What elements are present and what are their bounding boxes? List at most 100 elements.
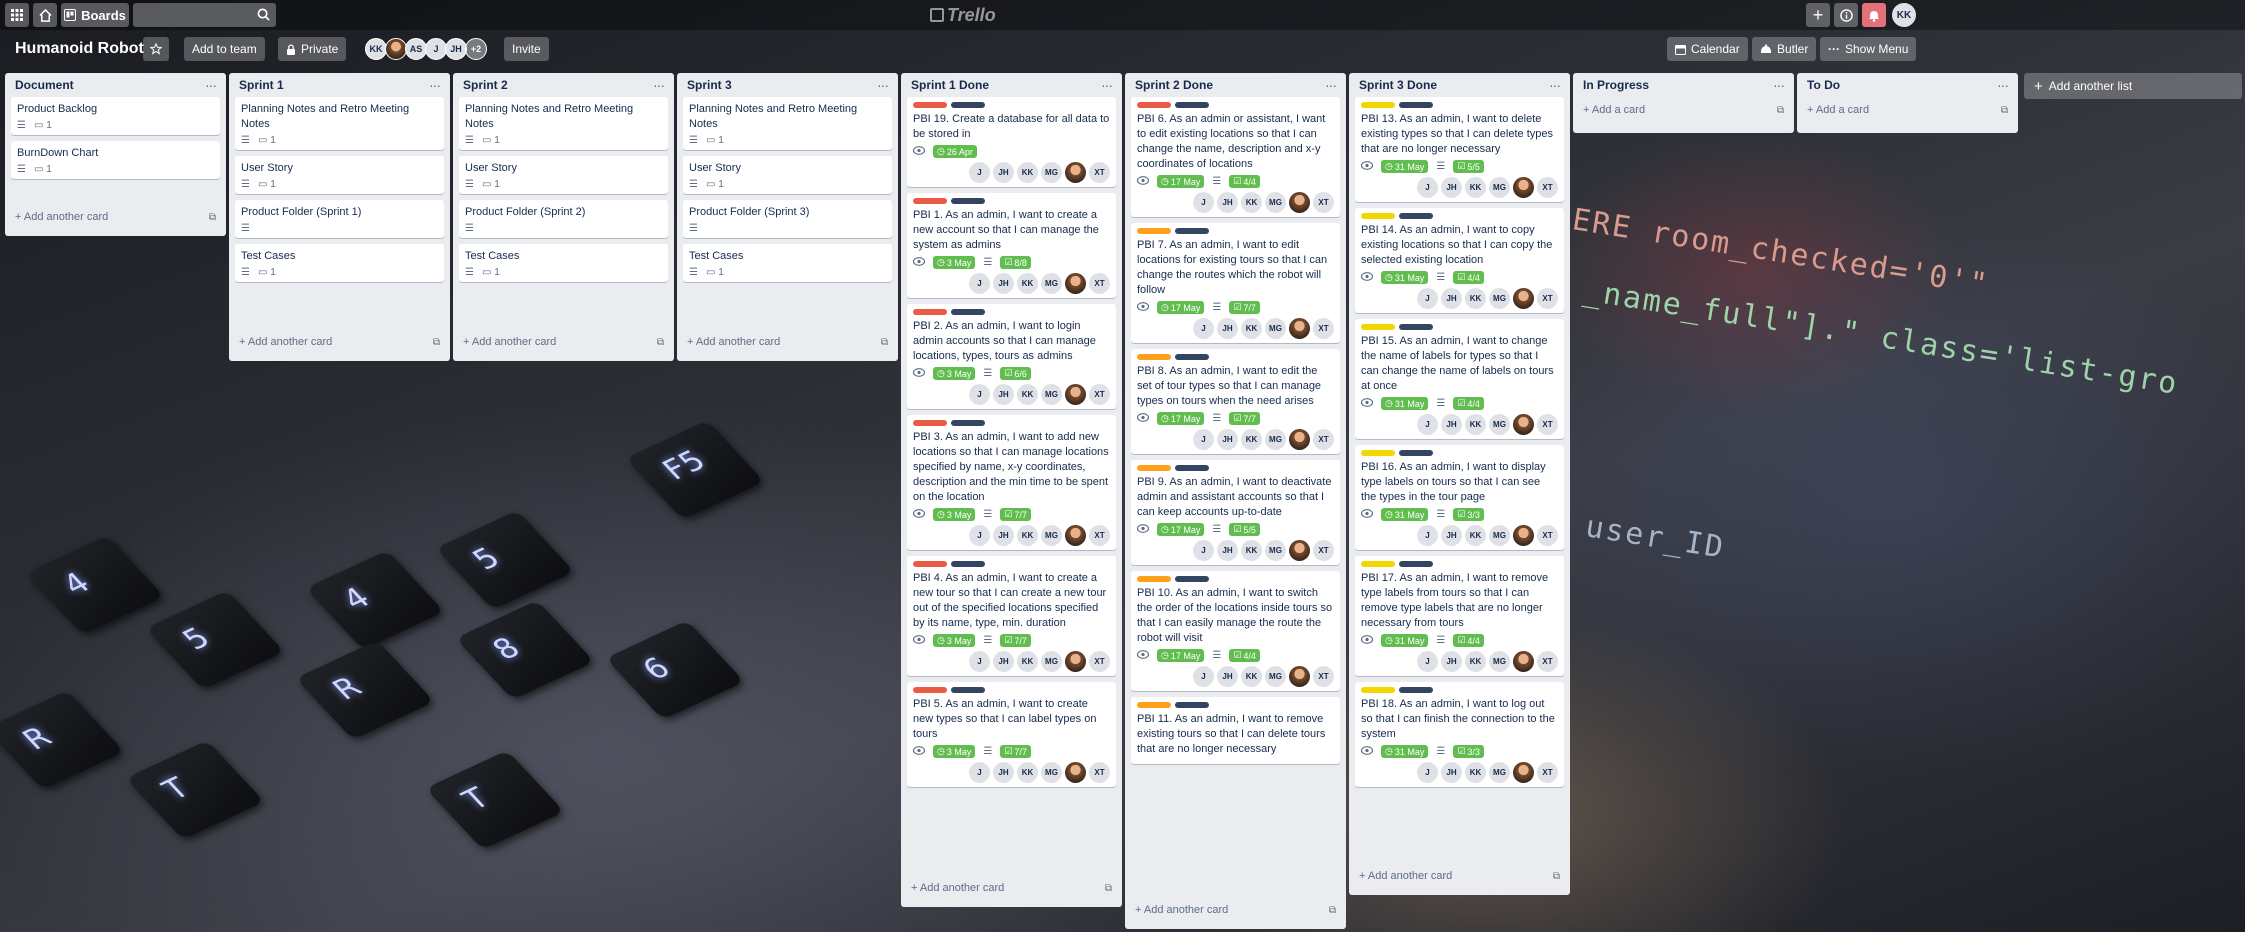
member-avatar[interactable]: JH — [1441, 288, 1462, 309]
due-date-badge[interactable]: ◷ 31 May — [1381, 397, 1429, 410]
list-header[interactable]: Sprint 2 Done ··· — [1131, 73, 1340, 97]
member-avatar[interactable]: MG — [1041, 384, 1062, 405]
card-label[interactable] — [1137, 576, 1171, 582]
member-avatar[interactable] — [1289, 192, 1310, 213]
member-avatar[interactable]: KK — [1017, 651, 1038, 672]
card[interactable]: PBI 1. As an admin, I want to create a n… — [907, 193, 1116, 298]
member-avatar[interactable]: JH — [993, 525, 1014, 546]
card[interactable]: Product Backlog ☰ ▭ 1 — [11, 97, 220, 135]
list-title[interactable]: Document — [15, 78, 74, 92]
card-label[interactable] — [1361, 687, 1395, 693]
member-avatar[interactable] — [1513, 177, 1534, 198]
card-label[interactable] — [1137, 102, 1171, 108]
member-avatar[interactable]: J — [969, 384, 990, 405]
add-card-button[interactable]: + Add another card ⧉ — [459, 329, 668, 355]
list-menu-icon[interactable]: ··· — [1773, 77, 1785, 93]
list-header[interactable]: Document ··· — [11, 73, 220, 97]
member-avatar[interactable]: KK — [1017, 162, 1038, 183]
member-avatar[interactable]: MG — [1265, 429, 1286, 450]
due-date-badge[interactable]: ◷ 3 May — [933, 745, 976, 758]
member-avatar[interactable]: MG — [1265, 318, 1286, 339]
member-avatar[interactable]: J — [969, 651, 990, 672]
due-date-badge[interactable]: ◷ 31 May — [1381, 160, 1429, 173]
member-avatar[interactable]: KK — [1465, 762, 1486, 783]
add-list-button[interactable]: + Add another list — [2024, 73, 2242, 99]
card-template-icon[interactable]: ⧉ — [881, 337, 888, 348]
card-template-icon[interactable]: ⧉ — [433, 337, 440, 348]
member-avatar[interactable]: JH — [993, 273, 1014, 294]
due-date-badge[interactable]: ◷ 17 May — [1157, 175, 1205, 188]
add-card-button[interactable]: + Add a card ⧉ — [1803, 97, 2012, 123]
card[interactable]: PBI 8. As an admin, I want to edit the s… — [1131, 349, 1340, 454]
card-label[interactable] — [1361, 324, 1395, 330]
member-avatar[interactable]: J — [969, 525, 990, 546]
card-label[interactable] — [1361, 450, 1395, 456]
card-template-icon[interactable]: ⧉ — [1105, 883, 1112, 894]
card[interactable]: BurnDown Chart ☰ ▭ 1 — [11, 141, 220, 179]
list-title[interactable]: Sprint 1 Done — [911, 78, 989, 92]
card[interactable]: Planning Notes and Retro Meeting Notes ☰ ▭… — [459, 97, 668, 150]
list-header[interactable]: In Progress ··· — [1579, 73, 1788, 97]
list-menu-icon[interactable]: ··· — [1549, 77, 1561, 93]
due-date-badge[interactable]: ◷ 3 May — [933, 634, 976, 647]
member-avatar[interactable]: XT — [1089, 273, 1110, 294]
card-label[interactable] — [951, 687, 985, 693]
due-date-badge[interactable]: ◷ 17 May — [1157, 412, 1205, 425]
card-label[interactable] — [951, 102, 985, 108]
member-avatar[interactable] — [1513, 525, 1534, 546]
home-icon[interactable] — [33, 3, 57, 27]
info-icon[interactable] — [1834, 3, 1858, 27]
card-label[interactable] — [913, 198, 947, 204]
add-card-button[interactable]: + Add another card ⧉ — [907, 875, 1116, 901]
card-template-icon[interactable]: ⧉ — [1553, 871, 1560, 882]
card-label[interactable] — [1361, 213, 1395, 219]
card[interactable]: PBI 2. As an admin, I want to login admi… — [907, 304, 1116, 409]
member-avatar[interactable]: JH — [1441, 762, 1462, 783]
member-avatar[interactable]: J — [1417, 762, 1438, 783]
due-date-badge[interactable]: ◷ 31 May — [1381, 508, 1429, 521]
card[interactable]: PBI 10. As an admin, I want to switch th… — [1131, 571, 1340, 691]
member-avatar[interactable] — [1513, 762, 1534, 783]
member-avatar[interactable] — [1065, 273, 1086, 294]
user-avatar[interactable]: KK — [1892, 3, 1916, 27]
member-avatar[interactable]: KK — [1241, 318, 1262, 339]
member-avatar[interactable]: MG — [1489, 651, 1510, 672]
member-avatar[interactable]: MG — [1041, 273, 1062, 294]
card-label[interactable] — [1399, 213, 1433, 219]
member-avatar[interactable] — [1065, 525, 1086, 546]
member-avatar[interactable]: KK — [1465, 525, 1486, 546]
member-avatar[interactable]: JH — [1217, 318, 1238, 339]
member-avatar[interactable]: JH — [1441, 651, 1462, 672]
card[interactable]: Test Cases ☰ ▭ 1 — [459, 244, 668, 282]
card[interactable]: PBI 15. As an admin, I want to change th… — [1355, 319, 1564, 439]
card[interactable]: User Story ☰ ▭ 1 — [235, 156, 444, 194]
card-template-icon[interactable]: ⧉ — [657, 337, 664, 348]
member-avatar[interactable]: MG — [1489, 288, 1510, 309]
add-card-button[interactable]: + Add another card ⧉ — [683, 329, 892, 355]
list-menu-icon[interactable]: ··· — [877, 77, 889, 93]
member-avatar[interactable]: XT — [1313, 540, 1334, 561]
member-avatar[interactable]: JH — [1217, 192, 1238, 213]
list-title[interactable]: In Progress — [1583, 78, 1649, 92]
card[interactable]: PBI 5. As an admin, I want to create new… — [907, 682, 1116, 787]
card[interactable]: PBI 16. As an admin, I want to display t… — [1355, 445, 1564, 550]
due-date-badge[interactable]: ◷ 17 May — [1157, 301, 1205, 314]
due-date-badge[interactable]: ◷ 3 May — [933, 367, 976, 380]
card[interactable]: Product Folder (Sprint 1) ☰ — [235, 200, 444, 238]
member-avatar[interactable]: J — [425, 38, 447, 60]
member-avatar[interactable]: JH — [1441, 177, 1462, 198]
member-avatar[interactable] — [1289, 318, 1310, 339]
more-members-badge[interactable]: +2 — [465, 38, 487, 60]
member-avatar[interactable]: KK — [1241, 540, 1262, 561]
member-avatar[interactable]: XT — [1537, 414, 1558, 435]
member-avatar[interactable]: J — [969, 162, 990, 183]
member-avatar[interactable]: KK — [1017, 273, 1038, 294]
member-avatar[interactable]: MG — [1041, 762, 1062, 783]
card-label[interactable] — [1399, 687, 1433, 693]
apps-grid-icon[interactable] — [5, 3, 29, 27]
boards-button[interactable]: Boards — [61, 3, 129, 27]
member-avatar[interactable]: J — [1417, 525, 1438, 546]
due-date-badge[interactable]: ◷ 31 May — [1381, 745, 1429, 758]
due-date-badge[interactable]: ◷ 3 May — [933, 508, 976, 521]
member-avatar[interactable]: J — [1193, 318, 1214, 339]
